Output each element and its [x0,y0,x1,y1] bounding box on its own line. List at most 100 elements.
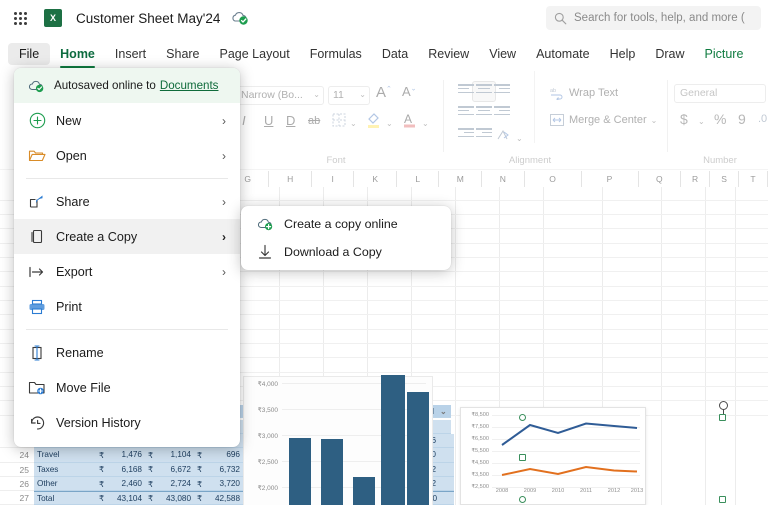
menu-item-move-file[interactable]: Move File [14,370,240,405]
bar-2011[interactable] [381,375,405,505]
row-header-25[interactable]: 25 [0,463,34,477]
excel-online-window: X Customer Sheet May'24 Search for tools… [0,0,768,505]
search-box[interactable]: Search for tools, help, and more ( [546,6,761,30]
menu-item-rename[interactable]: Rename [14,335,240,370]
tab-view[interactable]: View [479,44,526,64]
file-menu[interactable]: Autosaved online to Documents New › Open… [14,68,240,447]
bar-2008[interactable] [289,438,311,505]
font-name-input[interactable]: Narrow (Bo... ⌄ [236,86,324,105]
column-header-N[interactable]: N [482,171,525,187]
align-middle-right-icon[interactable] [494,106,510,120]
resize-handle-top-center[interactable] [719,414,726,421]
currency-format-button[interactable]: $ [680,111,688,127]
column-header-M[interactable]: M [439,171,482,187]
row-header-24[interactable]: 24 [0,448,34,462]
tab-automate[interactable]: Automate [526,44,600,64]
chevron-down-icon[interactable]: ⌄ [422,119,433,128]
bar-2013[interactable] [407,392,429,505]
cloud-check-icon[interactable] [230,10,250,26]
history-icon [26,415,48,431]
align-middle-left-icon[interactable] [458,106,474,120]
autosave-location-link[interactable]: Documents [160,79,219,92]
resize-handle-top-left[interactable] [519,414,526,421]
align-top-right-icon[interactable] [494,84,510,98]
menu-item-version-history[interactable]: Version History [14,405,240,440]
tab-data[interactable]: Data [372,44,418,64]
column-header-S[interactable]: S [710,171,739,187]
tab-picture[interactable]: Picture [695,44,754,64]
double-underline-button[interactable]: D [286,113,295,128]
create-a-copy-submenu[interactable]: Create a copy online Download a Copy [241,206,451,270]
menu-item-open[interactable]: Open › [14,138,240,173]
row-header-26[interactable]: 26 [0,477,34,491]
chevron-down-icon[interactable]: ⌄ [651,116,658,125]
ribbon-divider [443,80,444,152]
menu-item-new[interactable]: New › [14,103,240,138]
tab-review[interactable]: Review [418,44,479,64]
menu-item-share[interactable]: Share › [14,184,240,219]
tab-page-layout[interactable]: Page Layout [210,44,300,64]
expense-bar-chart[interactable]: ₹4,000 ₹3,500 ₹3,000 ₹2,500 ₹2,000 ₹1,50… [243,376,433,505]
increase-indent-icon[interactable] [476,128,492,142]
column-header-Q[interactable]: Q [639,171,682,187]
chevron-down-icon[interactable]: ⌄ [516,134,577,143]
wrap-text-label: Wrap Text [569,87,618,99]
resize-handle-middle-left[interactable] [519,454,526,461]
tab-share[interactable]: Share [156,44,209,64]
column-header-O[interactable]: O [525,171,582,187]
tab-insert[interactable]: Insert [105,44,156,64]
resize-handle-bottom-center[interactable] [719,496,726,503]
tab-file[interactable]: File [8,43,50,65]
column-header-T[interactable]: T [739,171,768,187]
number-format-select[interactable]: General [674,84,766,103]
percent-format-button[interactable]: % [714,111,726,127]
document-title[interactable]: Customer Sheet May'24 [76,11,220,26]
column-header-I[interactable]: I [312,171,355,187]
rotate-handle[interactable] [719,401,728,410]
chevron-down-icon[interactable]: ⌄ [359,90,366,99]
resize-handle-bottom-left[interactable] [519,496,526,503]
tab-help[interactable]: Help [600,44,646,64]
menu-item-create-a-copy[interactable]: Create a Copy › [14,219,240,254]
chevron-down-icon[interactable]: ⌄ [313,90,320,99]
underline-button[interactable]: U [264,113,273,128]
svg-text:A: A [404,112,412,126]
shrink-font-button[interactable]: A⌄ [402,84,417,99]
tab-home[interactable]: Home [50,44,105,64]
decimal-button[interactable]: .0 [758,113,767,125]
column-header-L[interactable]: L [397,171,440,187]
decrease-indent-icon[interactable] [458,128,474,142]
app-launcher-icon[interactable] [8,6,32,30]
comma-format-button[interactable]: 9 [738,111,746,127]
menu-item-print[interactable]: Print [14,289,240,324]
strikethrough-button[interactable]: ab [308,115,320,127]
column-header-P[interactable]: P [582,171,639,187]
menu-item-export[interactable]: Export › [14,254,240,289]
chevron-down-icon[interactable]: ⌄ [698,117,765,126]
wrap-text-button[interactable]: ab Wrap Text [550,86,618,100]
font-size-input[interactable]: 11 ⌄ [328,86,370,105]
align-top-center-icon[interactable] [476,84,492,98]
row-header-27[interactable]: 27 [0,491,34,505]
italic-button[interactable]: I [242,113,246,128]
column-header-R[interactable]: R [681,171,710,187]
submenu-item-download-a-copy[interactable]: Download a Copy [241,238,451,266]
bar-ytick-4: ₹2,000 [244,484,278,492]
fill-color-icon[interactable] [366,112,381,129]
menu-item-info[interactable]: Info › [14,440,240,447]
borders-icon[interactable] [332,113,346,127]
tab-formulas[interactable]: Formulas [300,44,372,64]
grow-font-button[interactable]: A⌃ [376,84,392,101]
column-header-K[interactable]: K [354,171,397,187]
font-color-icon[interactable]: A [402,111,417,129]
merge-center-button[interactable]: Merge & Center ⌄ [550,114,657,126]
revenue-line-chart[interactable]: ₹8,500 ₹7,500 ₹6,500 ₹5,500 ₹4,500 ₹3,50… [460,407,646,505]
orientation-icon[interactable] [496,128,512,142]
column-header-H[interactable]: H [269,171,312,187]
tab-draw[interactable]: Draw [645,44,694,64]
align-middle-center-icon[interactable] [476,106,492,120]
submenu-item-create-a-copy-online[interactable]: Create a copy online [241,210,451,238]
bar-2010[interactable] [353,477,375,505]
bar-2009[interactable] [321,439,343,505]
align-top-left-icon[interactable] [458,84,474,98]
